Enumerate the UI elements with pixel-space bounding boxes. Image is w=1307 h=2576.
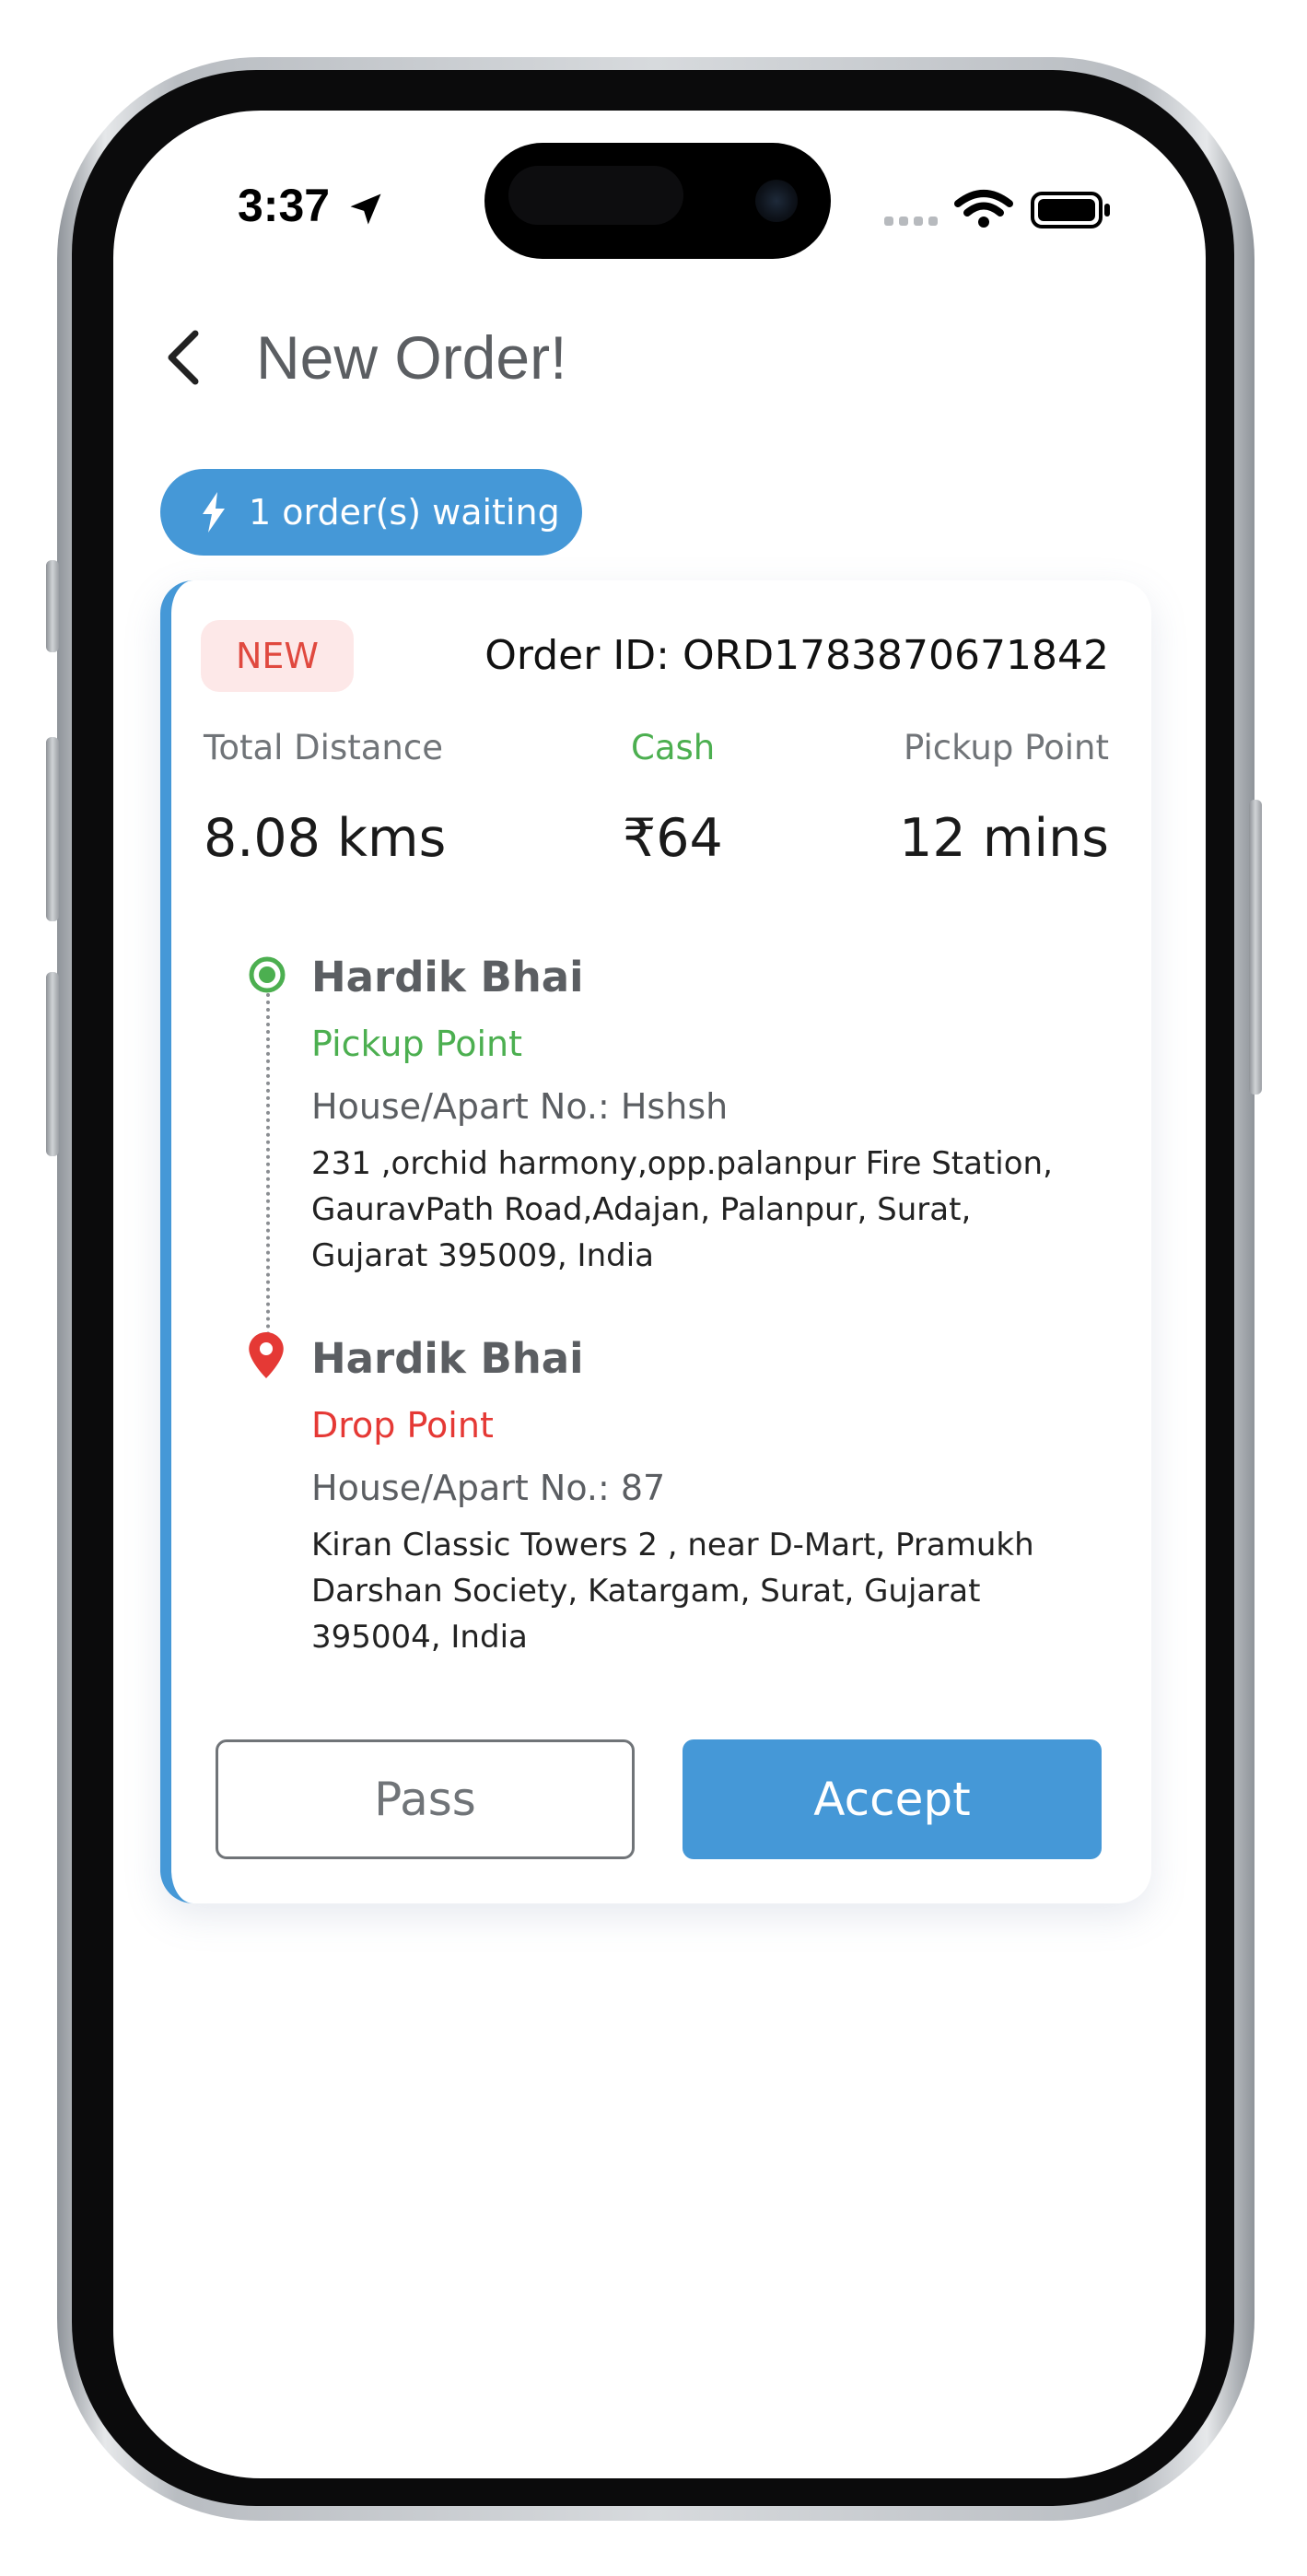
chevron-left-icon: [168, 330, 199, 385]
pickup-address-line: 231 ,orchid harmony,opp.palanpur Fire St…: [311, 1145, 1053, 1182]
pickup-address: 231 ,orchid harmony,opp.palanpur Fire St…: [311, 1141, 1067, 1279]
drop-pin-icon: [249, 1332, 284, 1382]
page-title: New Order!: [256, 323, 567, 392]
drop-house-number: House/Apart No.: 87: [311, 1468, 666, 1508]
orders-waiting-badge[interactable]: 1 order(s) waiting: [160, 469, 582, 556]
drop-address-line: Kiran Classic Towers 2 , near D-Mart, Pr…: [311, 1527, 1034, 1563]
pass-button[interactable]: Pass: [216, 1739, 635, 1859]
pickup-contact-name: Hardik Bhai: [311, 953, 584, 1001]
drop-contact-name: Hardik Bhai: [311, 1334, 584, 1383]
pickup-point-label: Pickup Point: [311, 1024, 523, 1064]
lightning-icon: [201, 492, 227, 533]
total-distance-label: Total Distance: [204, 728, 443, 767]
order-id: Order ID: ORD1783870671842: [484, 632, 1109, 679]
battery-icon: [1031, 192, 1110, 228]
volume-down-button: [46, 972, 59, 1156]
accept-button[interactable]: Accept: [683, 1739, 1102, 1859]
pickup-address-line: GauravPath Road,Adajan, Palanpur, Surat,: [311, 1191, 972, 1228]
pickup-address-line: Gujarat 395009, India: [311, 1237, 654, 1274]
drop-address: Kiran Classic Towers 2 , near D-Mart, Pr…: [311, 1522, 1067, 1660]
drop-address-line: Darshan Society, Katargam, Surat, Gujara…: [311, 1573, 981, 1610]
new-status-badge: NEW: [201, 620, 354, 692]
action-button: [46, 560, 59, 652]
pickup-eta-label: Pickup Point: [904, 728, 1109, 767]
cellular-signal-icon: [884, 217, 938, 226]
total-distance-value: 8.08 kms: [204, 808, 447, 869]
location-arrow-icon: [345, 189, 386, 233]
payment-method-label: Cash: [631, 728, 716, 767]
pickup-house-number: House/Apart No.: Hshsh: [311, 1086, 729, 1127]
front-camera: [755, 180, 798, 222]
wifi-icon: [954, 190, 1013, 228]
volume-up-button: [46, 737, 59, 921]
drop-address-line: 395004, India: [311, 1619, 528, 1656]
route-connector: [266, 993, 270, 1336]
orders-waiting-text: 1 order(s) waiting: [249, 492, 560, 533]
payment-amount-value: ₹64: [623, 808, 723, 869]
power-button: [1249, 800, 1262, 1095]
status-icons: [884, 189, 1114, 239]
pickup-eta-value: 12 mins: [899, 808, 1109, 869]
pickup-marker-icon: [247, 954, 287, 999]
back-button[interactable]: [155, 324, 214, 391]
island-sensor: [508, 166, 683, 225]
status-time: 3:37: [238, 180, 331, 231]
drop-point-label: Drop Point: [311, 1405, 494, 1446]
